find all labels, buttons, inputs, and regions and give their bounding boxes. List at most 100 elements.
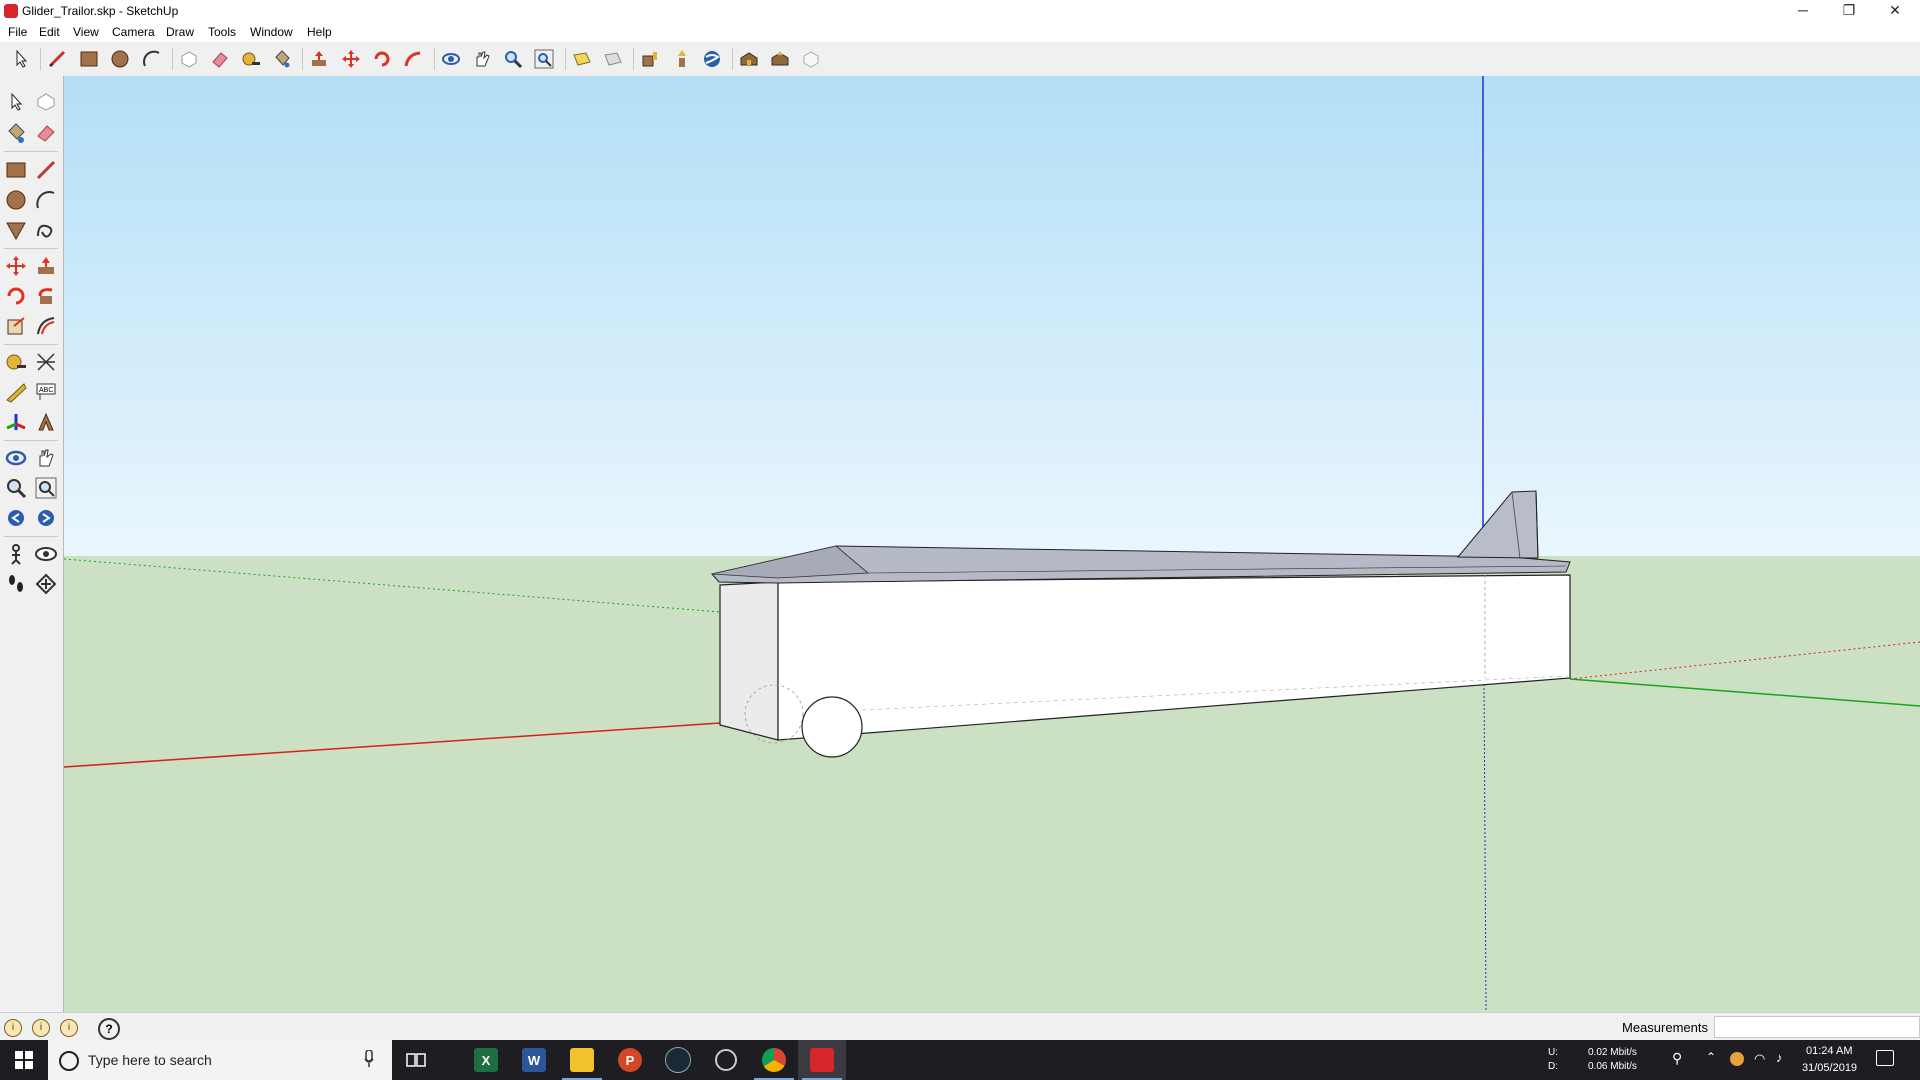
google-earth-icon[interactable]: [699, 46, 725, 72]
section-plane-icon[interactable]: [32, 570, 60, 598]
circle-tool-icon[interactable]: [107, 46, 133, 72]
wifi-icon[interactable]: ◠: [1754, 1051, 1765, 1067]
add-location-icon[interactable]: [569, 46, 595, 72]
select-tool-icon[interactable]: [8, 46, 34, 72]
menu-help[interactable]: Help: [307, 25, 332, 39]
minimize-button[interactable]: ─: [1780, 0, 1826, 22]
rectangle-tool-icon[interactable]: [76, 46, 102, 72]
model-canvas[interactable]: [64, 76, 1920, 1012]
warehouse-upload-icon[interactable]: [798, 46, 824, 72]
arc-tool-icon[interactable]: [139, 46, 165, 72]
chevron-up-icon[interactable]: ⌃: [1706, 1050, 1716, 1064]
text-tool-icon[interactable]: ABC: [32, 378, 60, 406]
line-tool-icon[interactable]: [32, 156, 60, 184]
eraser-tool-icon[interactable]: [32, 119, 60, 147]
pan-tool-icon[interactable]: [469, 46, 495, 72]
dimensions-tool-icon[interactable]: [32, 348, 60, 376]
next-view-icon[interactable]: [32, 504, 60, 532]
menu-edit[interactable]: Edit: [39, 25, 60, 39]
chrome-taskbar-icon[interactable]: [750, 1040, 798, 1080]
extension-warehouse-icon[interactable]: [736, 46, 762, 72]
toggle-terrain-icon[interactable]: [600, 46, 626, 72]
tape-measure-icon[interactable]: [238, 46, 264, 72]
protractor-tool-icon[interactable]: [2, 378, 30, 406]
circle-tool-icon[interactable]: [2, 186, 30, 214]
microphone-icon[interactable]: [364, 1050, 374, 1068]
word-taskbar-icon[interactable]: W: [510, 1040, 558, 1080]
make-component-icon[interactable]: [32, 88, 60, 116]
rotate-tool-icon[interactable]: [2, 282, 30, 310]
move-tool-icon[interactable]: [338, 46, 364, 72]
speed-monitor-taskbar-icon[interactable]: [702, 1040, 750, 1080]
close-button[interactable]: ✕: [1872, 0, 1918, 22]
measurements-input[interactable]: [1714, 1016, 1920, 1038]
clock-time[interactable]: 01:24 AM: [1806, 1045, 1852, 1057]
menu-tools[interactable]: Tools: [208, 25, 236, 39]
sketchup-taskbar-icon[interactable]: [798, 1040, 846, 1080]
credits-icon[interactable]: i: [32, 1019, 50, 1037]
excel-taskbar-icon[interactable]: X: [462, 1040, 510, 1080]
axes-tool-icon[interactable]: [2, 408, 30, 436]
menu-file[interactable]: File: [8, 25, 27, 39]
move-tool-icon[interactable]: [2, 252, 30, 280]
make-component-icon[interactable]: [176, 46, 202, 72]
rotate-tool-icon[interactable]: [369, 46, 395, 72]
steam-taskbar-icon[interactable]: [654, 1040, 702, 1080]
scale-tool-icon[interactable]: [2, 312, 30, 340]
menu-view[interactable]: View: [73, 25, 99, 39]
zoom-tool-icon[interactable]: [500, 46, 526, 72]
get-models-icon[interactable]: [637, 46, 663, 72]
paint-bucket-icon[interactable]: [2, 119, 30, 147]
offset-tool-icon[interactable]: [32, 312, 60, 340]
restore-button[interactable]: ❐: [1826, 0, 1872, 22]
tape-measure-icon[interactable]: [2, 348, 30, 376]
orbit-tool-icon[interactable]: [2, 444, 30, 472]
sketchup-app-icon: [4, 4, 18, 18]
push-pull-icon[interactable]: [306, 46, 332, 72]
search-placeholder: Type here to search: [88, 1052, 212, 1068]
menu-draw[interactable]: Draw: [166, 25, 194, 39]
paint-bucket-icon[interactable]: [269, 46, 295, 72]
eraser-tool-icon[interactable]: [207, 46, 233, 72]
volume-icon[interactable]: ♪: [1776, 1050, 1783, 1065]
title-bar: Glider_Trailor.skp - SketchUp ─ ❐ ✕: [0, 0, 1920, 22]
menu-window[interactable]: Window: [250, 25, 293, 39]
zoom-extents-icon[interactable]: [32, 474, 60, 502]
window-title: Glider_Trailor.skp - SketchUp: [22, 4, 179, 18]
start-button[interactable]: [0, 1040, 48, 1080]
menu-camera[interactable]: Camera: [112, 25, 155, 39]
look-around-icon[interactable]: [32, 540, 60, 568]
notifications-icon[interactable]: [1876, 1050, 1894, 1066]
people-icon[interactable]: ⚲: [1672, 1050, 1682, 1067]
taskbar-search[interactable]: Type here to search: [48, 1040, 392, 1080]
push-pull-icon[interactable]: [32, 252, 60, 280]
3d-text-tool-icon[interactable]: [32, 408, 60, 436]
follow-me-icon[interactable]: [32, 282, 60, 310]
pan-tool-icon[interactable]: [32, 444, 60, 472]
clock-date[interactable]: 31/05/2019: [1802, 1062, 1857, 1074]
select-tool-icon[interactable]: [2, 88, 30, 116]
file-explorer-taskbar-icon[interactable]: [558, 1040, 606, 1080]
geo-location-icon[interactable]: i: [4, 1019, 22, 1037]
help-icon[interactable]: ?: [98, 1018, 120, 1040]
menu-bar: File Edit View Camera Draw Tools Window …: [0, 22, 1920, 42]
task-view-icon[interactable]: [392, 1040, 440, 1080]
share-component-icon[interactable]: [767, 46, 793, 72]
zoom-tool-icon[interactable]: [2, 474, 30, 502]
user-account-icon[interactable]: i: [60, 1019, 78, 1037]
follow-me-icon[interactable]: [400, 46, 426, 72]
rectangle-tool-icon[interactable]: [2, 156, 30, 184]
drawing-viewport[interactable]: [64, 76, 1920, 1012]
line-tool-icon[interactable]: [44, 46, 70, 72]
position-camera-icon[interactable]: [2, 540, 30, 568]
previous-view-icon[interactable]: [2, 504, 30, 532]
arc-tool-icon[interactable]: [32, 186, 60, 214]
freehand-tool-icon[interactable]: [32, 216, 60, 244]
walk-tool-icon[interactable]: [2, 570, 30, 598]
share-model-icon[interactable]: [668, 46, 694, 72]
orbit-tool-icon[interactable]: [438, 46, 464, 72]
polygon-tool-icon[interactable]: [2, 216, 30, 244]
weather-icon[interactable]: [1730, 1052, 1744, 1066]
powerpoint-taskbar-icon[interactable]: P: [606, 1040, 654, 1080]
zoom-extents-icon[interactable]: [531, 46, 557, 72]
